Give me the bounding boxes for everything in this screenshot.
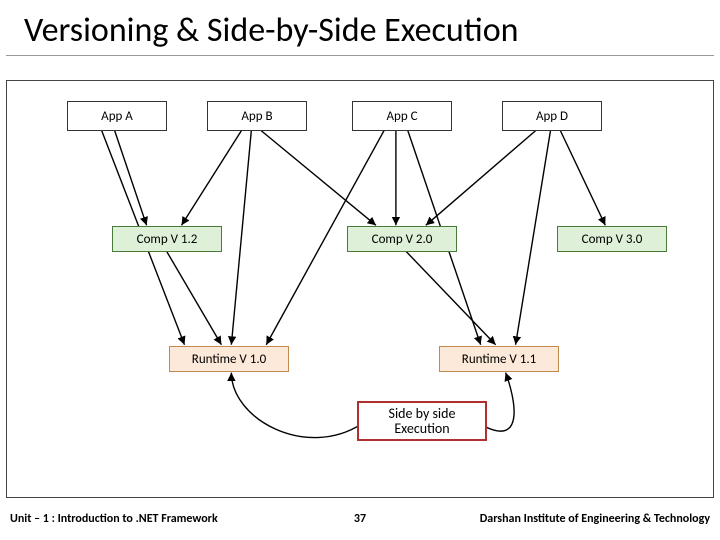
node-app-b: App B (207, 101, 307, 131)
slide-title: Versioning & Side-by-Side Execution (6, 0, 714, 56)
node-comp-v30: Comp V 3.0 (557, 226, 667, 252)
node-comp-v20: Comp V 2.0 (347, 226, 457, 252)
node-app-c: App C (352, 101, 452, 131)
footer-left: Unit – 1 : Introduction to .NET Framewor… (10, 512, 218, 526)
slide-number: 37 (354, 512, 366, 526)
node-comp-v12: Comp V 1.2 (112, 226, 222, 252)
node-runtime-11: Runtime V 1.1 (439, 346, 559, 372)
diagram-canvas: App A App B App C App D Comp V 1.2 Comp … (6, 80, 714, 498)
node-app-a: App A (67, 101, 167, 131)
footer-right: Darshan Institute of Engineering & Techn… (480, 512, 710, 526)
node-runtime-10: Runtime V 1.0 (169, 346, 289, 372)
node-app-d: App D (502, 101, 602, 131)
callout-side-by-side: Side by side Execution (357, 401, 487, 441)
slide-footer: Unit – 1 : Introduction to .NET Framewor… (0, 498, 720, 540)
